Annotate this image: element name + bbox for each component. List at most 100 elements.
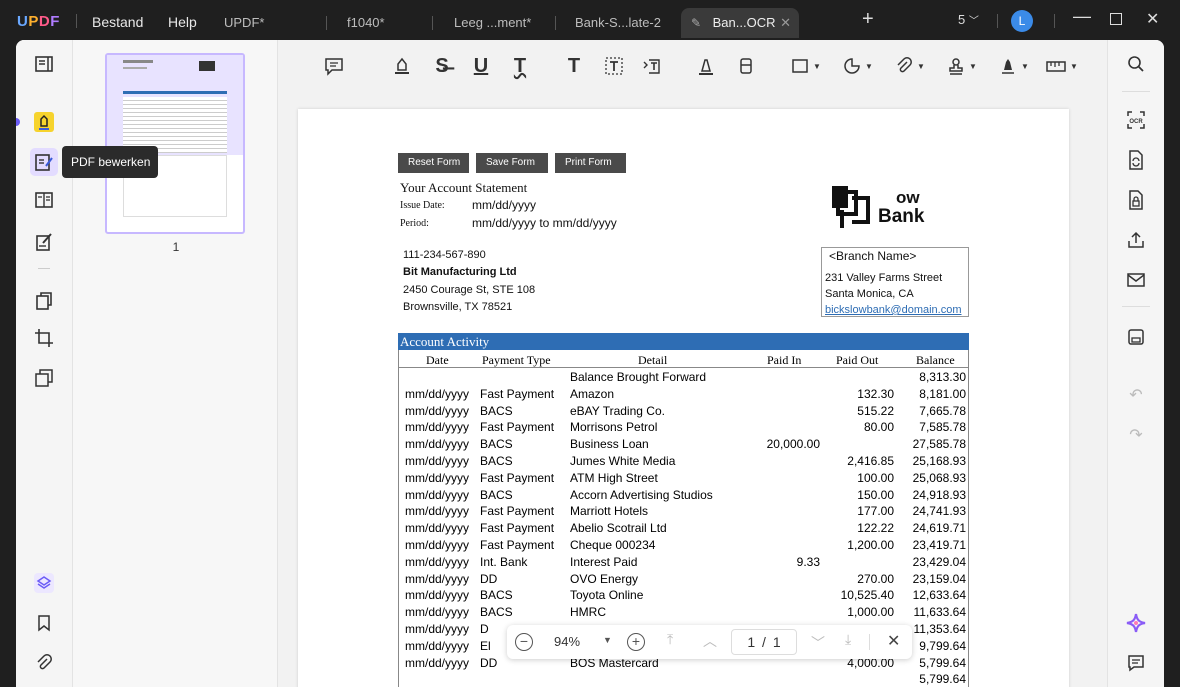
table-cell-detail[interactable]: Amazon bbox=[570, 387, 614, 401]
redo-icon[interactable]: ↷ bbox=[1122, 421, 1150, 449]
table-cell-bal[interactable]: 25,168.93 bbox=[913, 454, 966, 468]
table-cell-out[interactable]: 270.00 bbox=[857, 572, 894, 586]
print-form-button[interactable]: Print Form bbox=[555, 153, 626, 173]
zoom-out-button[interactable]: − bbox=[515, 633, 533, 651]
table-cell-type[interactable]: BACS bbox=[480, 454, 513, 468]
pencil-button[interactable] bbox=[694, 52, 718, 80]
table-cell-detail[interactable]: ATM High Street bbox=[570, 471, 658, 485]
comment-mode-button[interactable] bbox=[30, 108, 58, 136]
branch-address-line1[interactable]: 231 Valley Farms Street bbox=[825, 272, 942, 284]
table-cell-date[interactable]: mm/dd/yyyy bbox=[405, 488, 469, 502]
tab-updf[interactable]: UPDF* bbox=[210, 8, 325, 38]
table-cell-detail[interactable]: OVO Energy bbox=[570, 572, 638, 586]
table-cell-type[interactable]: DD bbox=[480, 656, 497, 670]
previous-page-icon[interactable]: ︿ bbox=[703, 631, 717, 651]
table-cell-detail[interactable]: Toyota Online bbox=[570, 588, 643, 602]
table-cell-detail[interactable]: Business Loan bbox=[570, 437, 649, 451]
signature-button[interactable]: ▼ bbox=[996, 52, 1032, 80]
first-page-icon[interactable]: ⤒ bbox=[667, 631, 673, 648]
convert-button[interactable] bbox=[30, 287, 58, 315]
table-cell-detail[interactable]: Cheque 000234 bbox=[570, 538, 655, 552]
shape-button[interactable]: ▼ bbox=[788, 52, 824, 80]
table-cell-type[interactable]: Fast Payment bbox=[480, 471, 554, 485]
table-cell-date[interactable]: mm/dd/yyyy bbox=[405, 605, 469, 619]
share-button[interactable] bbox=[1122, 226, 1150, 254]
window-close-icon[interactable]: ✕ bbox=[1146, 9, 1159, 29]
table-cell-bal[interactable]: 8,181.00 bbox=[919, 387, 966, 401]
table-cell-type[interactable]: BACS bbox=[480, 605, 513, 619]
table-cell-bal[interactable]: 11,353.64 bbox=[914, 622, 967, 636]
table-cell-bal[interactable]: 9,799.64 bbox=[919, 639, 966, 653]
table-cell-out[interactable]: 150.00 bbox=[857, 488, 894, 502]
table-cell-out[interactable]: 1,200.00 bbox=[847, 538, 894, 552]
text-callout-button[interactable] bbox=[640, 52, 664, 80]
organize-pages-button[interactable] bbox=[30, 186, 58, 214]
new-tab-plus-icon[interactable]: + bbox=[862, 8, 874, 31]
zoom-in-button[interactable]: + bbox=[627, 633, 645, 651]
edit-pdf-button[interactable] bbox=[30, 148, 58, 176]
menu-help[interactable]: Help bbox=[168, 14, 197, 30]
last-page-icon[interactable]: ⤓ bbox=[845, 631, 851, 648]
table-cell-type[interactable]: Fast Payment bbox=[480, 420, 554, 434]
page-thumbnail[interactable] bbox=[105, 53, 245, 234]
company-address-line1[interactable]: 2450 Courage St, STE 108 bbox=[403, 284, 535, 296]
eraser-button[interactable] bbox=[734, 52, 758, 80]
table-cell-out[interactable]: 1,000.00 bbox=[847, 605, 894, 619]
table-cell-type[interactable]: El bbox=[480, 639, 491, 653]
table-cell-date[interactable]: mm/dd/yyyy bbox=[405, 420, 469, 434]
measure-button[interactable]: ▼ bbox=[1044, 52, 1080, 80]
table-cell-in[interactable]: 9.33 bbox=[797, 555, 820, 569]
table-cell-bal[interactable]: 24,619.71 bbox=[913, 521, 966, 535]
table-cell-bal[interactable]: 23,429.04 bbox=[913, 555, 966, 569]
company-address-line2[interactable]: Brownsville, TX 78521 bbox=[403, 301, 512, 313]
attach-file-button[interactable]: ▼ bbox=[892, 52, 928, 80]
table-cell-bal[interactable]: 24,741.93 bbox=[913, 504, 966, 518]
stamp-button[interactable]: ▼ bbox=[944, 52, 980, 80]
table-cell-bal[interactable]: 11,633.64 bbox=[914, 605, 967, 619]
table-cell-out[interactable]: 132.30 bbox=[857, 387, 894, 401]
sticker-button[interactable]: ▼ bbox=[840, 52, 876, 80]
form-button[interactable] bbox=[30, 228, 58, 256]
table-cell-detail[interactable]: Abelio Scotrail Ltd bbox=[570, 521, 667, 535]
table-cell-bal[interactable]: 5,799.64 bbox=[919, 672, 966, 686]
strikethrough-icon[interactable]: S̶ bbox=[430, 52, 454, 80]
table-cell-date[interactable]: mm/dd/yyyy bbox=[405, 622, 469, 636]
table-cell-detail[interactable]: eBAY Trading Co. bbox=[570, 404, 665, 418]
table-cell-bal[interactable]: 23,419.71 bbox=[913, 538, 966, 552]
table-cell-out[interactable]: 80.00 bbox=[864, 420, 894, 434]
attachment-button[interactable] bbox=[30, 649, 58, 677]
table-cell-date[interactable]: mm/dd/yyyy bbox=[405, 555, 469, 569]
zoom-dropdown-caret-icon[interactable]: ▼ bbox=[603, 635, 612, 645]
table-cell-type[interactable]: DD bbox=[480, 572, 497, 586]
minimize-icon[interactable]: — bbox=[1073, 6, 1091, 27]
tab-bank-ocr[interactable]: ✎ Ban...OCR ✕ bbox=[681, 8, 799, 38]
table-cell-type[interactable]: BACS bbox=[480, 404, 513, 418]
phone-number[interactable]: 111-234-567-890 bbox=[403, 249, 486, 261]
table-cell-date[interactable]: mm/dd/yyyy bbox=[405, 538, 469, 552]
protect-button[interactable] bbox=[1122, 186, 1150, 214]
save-form-button[interactable]: Save Form bbox=[476, 153, 548, 173]
table-cell-detail[interactable]: Jumes White Media bbox=[570, 454, 675, 468]
table-cell-bal[interactable]: 5,799.64 bbox=[919, 656, 966, 670]
crop-button[interactable] bbox=[30, 324, 58, 352]
zoom-level[interactable]: 94% bbox=[554, 634, 580, 649]
table-cell-date[interactable]: mm/dd/yyyy bbox=[405, 454, 469, 468]
table-cell-bal[interactable]: 24,918.93 bbox=[913, 488, 966, 502]
table-cell-bal[interactable]: 12,633.64 bbox=[913, 588, 966, 602]
table-cell-detail[interactable]: Marriott Hotels bbox=[570, 504, 648, 518]
company-name[interactable]: Bit Manufacturing Ltd bbox=[403, 266, 517, 278]
table-cell-date[interactable]: mm/dd/yyyy bbox=[405, 521, 469, 535]
comment-button[interactable] bbox=[322, 52, 346, 80]
table-cell-bal[interactable]: 7,665.78 bbox=[919, 404, 966, 418]
table-cell-out[interactable]: 515.22 bbox=[857, 404, 894, 418]
branch-email-link[interactable]: bickslowbank@domain.com bbox=[825, 304, 962, 316]
table-cell-bal[interactable]: 27,585.78 bbox=[913, 437, 966, 451]
table-cell-detail[interactable]: Morrisons Petrol bbox=[570, 420, 657, 434]
table-cell-out[interactable]: 177.00 bbox=[857, 504, 894, 518]
maximize-icon[interactable] bbox=[1110, 13, 1122, 25]
table-cell-out[interactable]: 100.00 bbox=[857, 471, 894, 485]
menu-bestand[interactable]: Bestand bbox=[92, 14, 143, 30]
table-cell-type[interactable]: Fast Payment bbox=[480, 504, 554, 518]
next-page-icon[interactable]: ﹀ bbox=[811, 633, 825, 653]
table-cell-date[interactable]: mm/dd/yyyy bbox=[405, 437, 469, 451]
